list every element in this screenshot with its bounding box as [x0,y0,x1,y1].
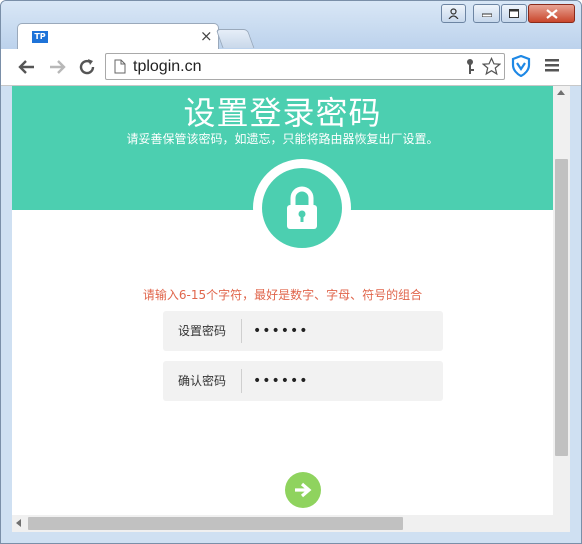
hamburger-menu-icon[interactable] [545,59,559,72]
page-viewport: 设置登录密码 请妥善保管该密码，如遗忘，只能将路由器恢复出厂设置。 请输入6-1… [12,86,553,515]
lock-badge [253,159,351,257]
close-icon [545,8,558,19]
maximize-icon [509,9,519,18]
page-title: 设置登录密码 [183,94,382,132]
url-text[interactable]: tplogin.cn [133,58,202,76]
set-password-input[interactable]: •••••• [253,311,433,351]
forward-button[interactable] [45,55,69,79]
vertical-scroll-thumb[interactable] [555,159,568,456]
confirm-password-label: 确认密码 [177,374,226,388]
browser-window: TP × tplogin.cn 设置登录密码 请妥善保管该密码，如遗忘，只能将路… [0,0,582,544]
lock-circle [262,168,342,248]
tp-favicon-icon: TP [32,31,48,43]
window-bottom-border [1,532,581,543]
page-subtitle: 请妥善保管该密码，如遗忘，只能将路由器恢复出厂设置。 [126,132,439,146]
horizontal-scroll-thumb[interactable] [28,517,403,530]
padlock-icon [287,186,317,229]
field-divider [241,369,242,393]
scrollbar-corner [553,515,570,532]
field-divider [241,319,242,343]
user-profile-button[interactable] [441,4,466,23]
forward-arrow-icon [50,60,66,74]
confirm-password-field: 确认密码 •••••• [163,361,443,401]
star-icon[interactable] [482,57,501,76]
user-icon [448,8,459,19]
maximize-button[interactable] [501,4,527,23]
browser-tab[interactable]: TP × [17,23,219,50]
back-arrow-icon [18,60,34,74]
new-tab-button[interactable] [215,29,255,48]
scroll-left-arrow-icon[interactable] [16,519,21,527]
horizontal-scrollbar[interactable] [12,515,553,532]
set-password-label: 设置密码 [177,324,226,338]
key-icon[interactable] [464,58,476,75]
minimize-icon [481,13,492,17]
reload-icon [79,59,95,75]
arrow-right-icon [295,482,312,498]
set-password-field: 设置密码 •••••• [163,311,443,351]
reload-button[interactable] [75,55,99,79]
close-window-button[interactable] [528,4,575,23]
browser-toolbar: tplogin.cn [1,49,581,86]
confirm-password-input[interactable]: •••••• [253,361,433,401]
shield-extension-icon[interactable] [511,55,531,77]
tab-close-button[interactable]: × [200,27,213,45]
scroll-up-arrow-icon[interactable] [557,90,565,95]
minimize-button[interactable] [473,4,500,23]
address-bar[interactable]: tplogin.cn [105,53,505,80]
vertical-scrollbar[interactable] [553,86,570,515]
page-icon [114,59,126,74]
password-hint: 请输入6-15个字符，最好是数字、字母、符号的组合 [142,288,423,302]
back-button[interactable] [15,55,39,79]
submit-button[interactable] [285,472,321,508]
